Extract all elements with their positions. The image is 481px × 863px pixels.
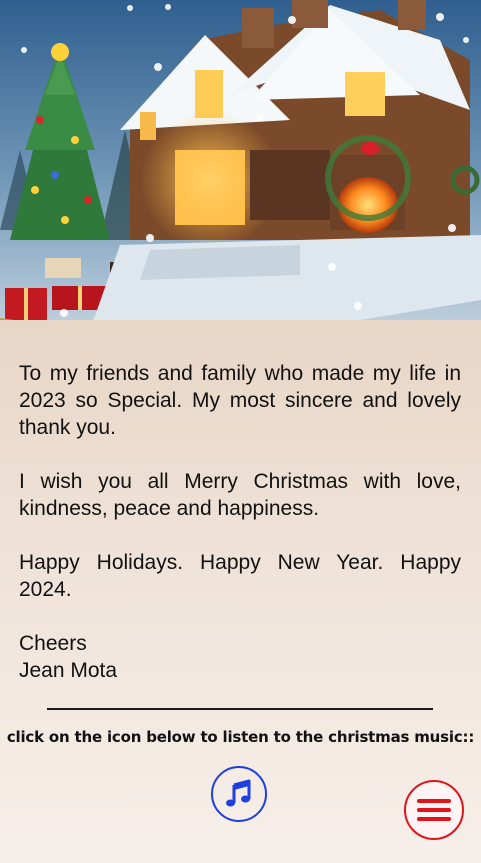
message-signoff: Cheers Jean Mota: [19, 630, 461, 684]
music-note-icon: [226, 779, 251, 807]
music-instruction-text: click on the icon below to listen to the…: [6, 728, 475, 746]
signature-text: Jean Mota: [19, 659, 118, 682]
message-paragraph-2: I wish you all Merry Christmas with love…: [19, 470, 461, 520]
divider-line: [47, 708, 433, 710]
christmas-header-image: [0, 0, 481, 345]
play-music-button[interactable]: [211, 766, 267, 822]
menu-button[interactable]: [404, 780, 464, 840]
closing-text: Cheers: [19, 632, 87, 655]
message-paragraph-3: Happy Holidays. Happy New Year. Happy 20…: [19, 551, 461, 601]
message-paragraph-1: To my friends and family who made my lif…: [19, 362, 461, 439]
hamburger-menu-icon: [417, 799, 451, 821]
greeting-message: To my friends and family who made my lif…: [19, 360, 461, 684]
